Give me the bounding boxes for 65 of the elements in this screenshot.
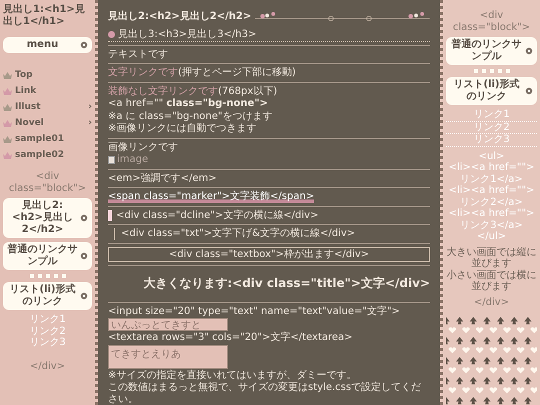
note-text: 小さい画面では横に並びます [446,270,537,292]
text-link[interactable]: 文字リンクです [108,67,178,78]
menu-item[interactable]: Novel › [3,117,92,129]
gear-icon [80,41,88,49]
sidebar-link[interactable]: リンク3 [446,134,537,146]
chevron-icon: › [88,118,92,128]
menu-item[interactable]: Top [3,69,92,81]
code-text: <input size="20" type="text" name="text"value="文字"> [108,306,401,318]
code-text: <li><a href="">リンク1</a> [448,162,536,185]
large-title: 大きくなります:<div class="title">文字</div> [142,275,430,292]
sidebar-heading: リスト(li)形式のリンク [446,77,537,105]
code-text: <ul> [478,150,506,162]
dots-divider-icon [30,274,66,278]
code-text: <li><a href="">リンク3</a> [448,208,536,231]
dots-divider-icon [474,69,510,73]
textarea-field[interactable]: てきすとえりあ [108,344,228,369]
code-text: <textarea rows="3" cols="20">文字</textarea> [108,332,354,344]
code-note: ※画像リンクには自動でつきます [108,123,258,134]
gear-icon [525,87,533,95]
body-text: テキストです [108,48,169,60]
note-text: ※サイズの指定を直接いれてはいますが、ダミーです。 [108,370,358,382]
sidebar-link[interactable]: リンク3 [3,337,92,348]
gear-icon [80,214,88,222]
note-text: 大きい画面では縦に並びます [446,246,537,270]
gear-icon [525,47,533,55]
menu-item[interactable]: sample01 [3,133,92,145]
body-text: <em>強調です</em> [108,172,218,184]
side-line-text: <div class="dcline">文字の横に線</div> [108,210,430,221]
image-alt-text[interactable]: image [117,154,148,166]
menu-heading: menu [3,37,92,53]
code-note: ※a に class="bg-none"をつけます [108,110,274,122]
link-note: (押すとページ下部に移動) [178,67,296,78]
marker-text: <span class="marker">文字装飾</span> [108,191,314,202]
sidebar-link[interactable]: リンク1 [446,109,537,120]
framed-text: <div class="textbox">枠が出ます</div> [108,246,430,262]
chevron-icon: › [88,102,92,112]
plain-text-link[interactable]: 装飾なし文字リンクです [108,86,218,96]
gear-icon [80,252,88,260]
sidebar-heading: 普通のリンクサンプル [3,242,92,270]
sidebar-link[interactable]: リンク1 [3,314,92,326]
sidebar-link[interactable]: リンク2 [446,122,537,133]
note-text: この数値はまるっと無視で、サイズの変更はstyle.cssで設定してください。 [108,382,422,405]
sidebar-heading: リスト(li)形式のリンク [3,282,92,310]
code-text: <li><a href="">リンク2</a> [448,185,536,208]
menu-item[interactable]: sample02 [3,149,92,161]
link-note: (768px以下) [218,86,278,96]
indented-text: <div class="txt">文字下げ&文字の横に線</div> [114,228,430,240]
menu-item[interactable]: Link [3,85,92,97]
text-input[interactable]: いんぷっとてきすと [108,318,228,332]
broken-image-icon [108,156,115,164]
sidebar-link[interactable]: リンク2 [3,326,92,337]
code-note: <a href="" class="bg-none"> [108,98,269,110]
heading-text: 見出し2:<h2>見出し2</h2> [108,11,252,23]
code-text: </div> [28,360,66,372]
sidebar-heading: 見出し2:<h2>見出し2</h2> [3,198,92,238]
code-text: <div class="block"> [8,171,88,194]
site-title: 見出し1:<h1>見出し1</h1> [3,4,86,27]
code-text: </ul> [476,231,508,242]
menu-item[interactable]: Illust › [3,101,92,113]
gear-icon [80,292,88,300]
sidebar-heading: 普通のリンクサンプル [446,37,537,65]
body-text: 画像リンクです [108,142,179,153]
subheading-text: 見出し3:<h3>見出し3</h3> [118,29,256,40]
code-text: <div class="block"> [452,10,532,33]
code-text: </div> [472,296,510,308]
